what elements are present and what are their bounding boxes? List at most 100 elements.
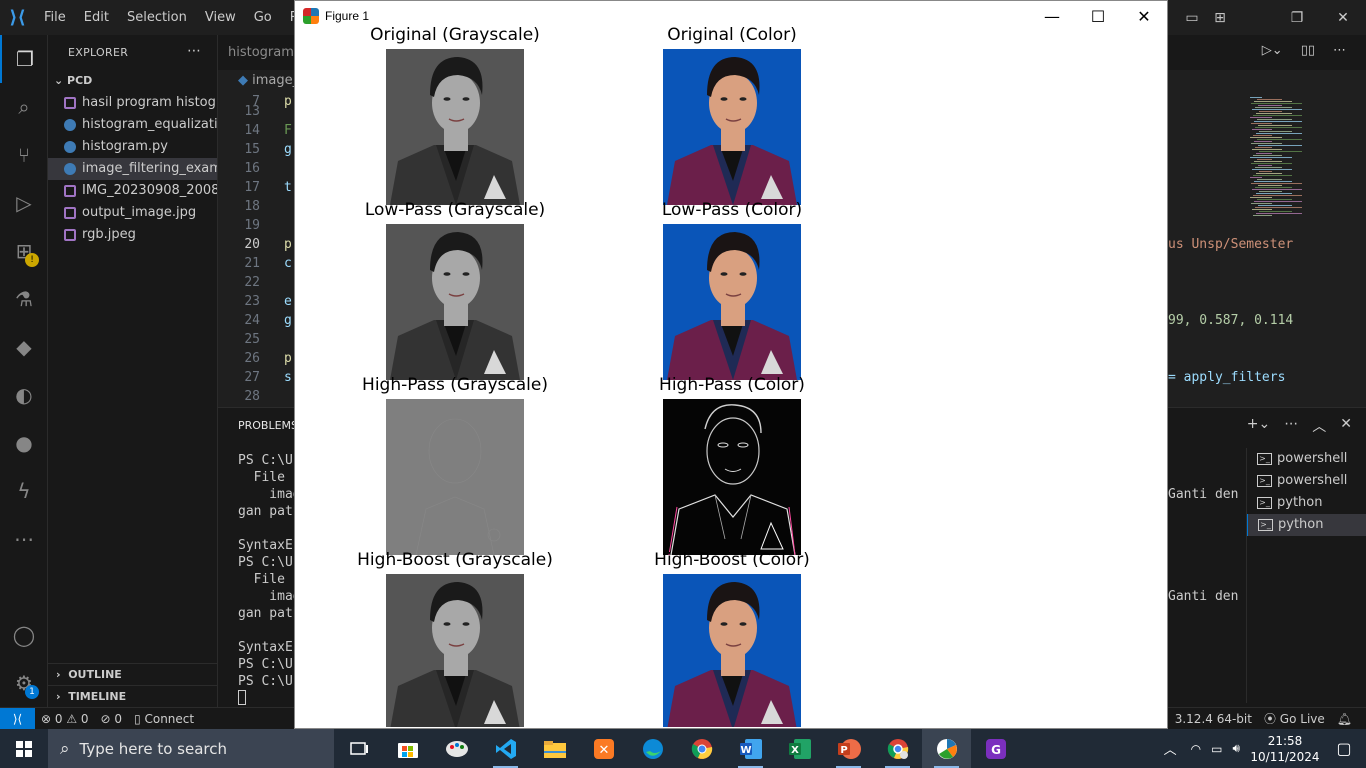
terminal-icon: >_ [1257,453,1272,465]
python-icon[interactable]: ◆ [0,323,48,371]
notifications-icon[interactable]: 🔔︎ [1331,712,1358,726]
minimap[interactable] [1244,93,1314,223]
terminal-line: PS C:\Us [238,674,301,689]
menu-selection[interactable]: Selection [118,0,196,35]
figure-maximize-button[interactable]: ☐ [1075,1,1121,31]
vscode-close-button[interactable]: ✕ [1320,0,1366,35]
file-explorer-icon[interactable] [530,729,579,768]
xampp-icon[interactable]: ✕ [579,729,628,768]
run-file-icon[interactable]: ▷⌄ [1262,43,1283,58]
panel-more-icon[interactable]: ⋯ [1284,416,1298,436]
remote-indicator-icon[interactable]: ⟩⟨ [0,707,35,730]
testing-icon[interactable]: ⚗ [0,275,48,323]
explorer-more-icon[interactable]: ⋯ [187,43,201,59]
vscode-logo-icon: ⟩⟨ [9,7,26,28]
subplot-title: High-Pass (Grayscale) [362,375,548,395]
toggle-panel-icon[interactable]: ▭ [1178,0,1206,35]
vscode-taskbar-icon[interactable] [481,729,530,768]
chrome-icon[interactable] [677,729,726,768]
file-item[interactable]: histogram_equalizati... [48,114,217,136]
remote-explorer-icon[interactable]: ◐ [0,371,48,419]
powerpoint-icon[interactable]: P [824,729,873,768]
minimap-line [1258,205,1292,206]
outline-section[interactable]: › OUTLINE [48,663,218,685]
terminal-line: gan path [238,504,301,519]
file-item[interactable]: histogram.py [48,136,217,158]
minimap-line [1251,143,1282,144]
minimap-line [1253,135,1272,136]
file-item[interactable]: output_image.jpg [48,202,217,224]
source-control-icon[interactable]: ⑂ [0,131,48,179]
split-editor-icon[interactable]: ▯▯ [1301,43,1315,58]
minimap-line [1254,121,1302,122]
customize-layout-icon[interactable]: ⊞ [1206,0,1234,35]
excel-icon[interactable]: X [775,729,824,768]
image-file-icon [64,97,76,109]
subplot-title: Original (Color) [667,25,797,45]
connect-status[interactable]: ▯ Connect [128,712,200,726]
figure-close-button[interactable]: ✕ [1121,1,1167,31]
chrome-profile-icon[interactable] [873,729,922,768]
taskbar-search[interactable]: ⌕ Type here to search [48,729,334,768]
minimap-line [1253,155,1282,156]
notification-center-icon[interactable]: ▢ [1322,739,1366,758]
editor-more-icon[interactable]: ⋯ [1333,43,1346,58]
store-icon[interactable] [383,729,432,768]
task-view-icon[interactable] [334,729,383,768]
word-icon[interactable]: W [726,729,775,768]
minimap-line [1254,101,1292,102]
menu-edit[interactable]: Edit [75,0,118,35]
python-interpreter[interactable]: 3.12.4 64-bit [1169,712,1258,726]
menu-file[interactable]: File [35,0,75,35]
maximize-panel-icon[interactable]: ︿ [1312,416,1326,436]
minimap-line [1257,119,1292,120]
file-item[interactable]: hasil program histogr... [48,92,217,114]
folder-pcd[interactable]: ⌄ PCD [48,70,217,92]
go-live-button[interactable]: ⦿ Go Live [1258,710,1331,727]
file-item[interactable]: rgb.jpeg [48,224,217,246]
run-debug-icon[interactable]: ▷ [0,179,48,227]
edge-icon[interactable] [628,729,677,768]
new-terminal-icon[interactable]: +⌄ [1247,416,1270,436]
volume-icon[interactable]: 🔊︎ [1232,741,1240,756]
minimap-line [1253,215,1272,216]
figure-minimize-button[interactable]: — [1029,1,1075,31]
search-icon[interactable]: ⌕ [0,83,48,131]
vscode-restore-button[interactable]: ❐ [1274,0,1320,35]
paint-app-icon[interactable] [432,729,481,768]
settings-gear-icon[interactable]: ⚙ 1 [0,659,48,707]
close-panel-icon[interactable]: ✕ [1340,416,1352,436]
terminal-item[interactable]: >_ powershell [1247,448,1366,470]
wifi-icon[interactable]: ◠ [1191,742,1201,756]
ports-status[interactable]: ⊘ 0 [95,712,129,726]
code-text: g [284,142,292,157]
start-button[interactable] [0,729,48,768]
more-icon[interactable]: ⋯ [0,515,48,563]
image-file-icon [64,185,76,197]
terminal-item-active[interactable]: >_ python [1247,514,1366,536]
terminal-item[interactable]: >_ powershell [1247,470,1366,492]
show-hidden-icons-icon[interactable]: ︿ [1164,739,1177,758]
problems-status[interactable]: ⊗ 0 ⚠ 0 [35,712,95,726]
file-item[interactable]: IMG_20230908_2008... [48,180,217,202]
battery-icon[interactable]: ▭ [1211,742,1222,756]
matplotlib-taskbar-icon[interactable] [922,729,971,768]
github-icon[interactable]: ● [0,419,48,467]
taskbar-clock[interactable]: 21:58 10/11/2024 [1248,733,1322,765]
svg-text:P: P [840,745,847,756]
menu-go[interactable]: Go [245,0,281,35]
minimap-line [1259,151,1302,152]
accounts-icon[interactable]: ◯ [0,611,48,659]
extensions-icon[interactable]: ⊞! [0,227,48,275]
lightning-icon[interactable]: ϟ [0,467,48,515]
minimap-line [1251,123,1272,124]
terminal-item[interactable]: >_ python [1247,492,1366,514]
pdf-app-icon[interactable]: G [971,729,1020,768]
file-item-active[interactable]: image_filtering_exam... [48,158,217,180]
menu-view[interactable]: View [196,0,245,35]
minimap-line [1257,159,1272,160]
explorer-icon[interactable]: ❐ [0,35,48,83]
matplotlib-icon [303,8,319,24]
timeline-section[interactable]: › TIMELINE [48,685,218,707]
minimap-line [1259,211,1292,212]
